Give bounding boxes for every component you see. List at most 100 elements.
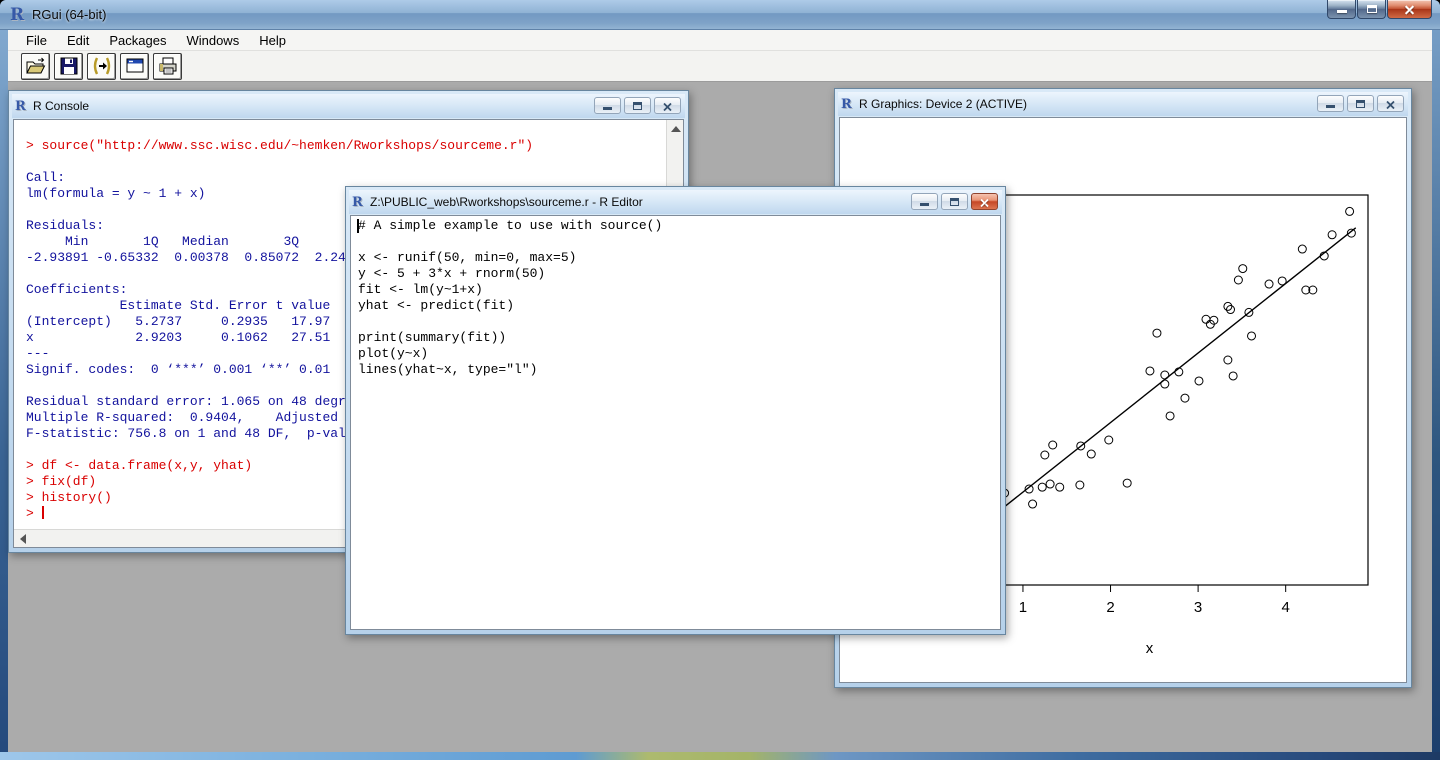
text-cursor (42, 506, 44, 519)
data-point (1202, 315, 1210, 323)
console-minimize-button[interactable] (594, 97, 621, 114)
scroll-up-icon[interactable] (671, 126, 681, 132)
data-point (1278, 277, 1286, 285)
console-title: R Console (33, 99, 89, 113)
data-point (1346, 207, 1354, 215)
x-tick-label: 1 (1019, 599, 1027, 616)
window-title: RGui (64-bit) (32, 7, 106, 22)
data-point (1248, 332, 1256, 340)
rgui-window: R RGui (64-bit) FileEditPackagesWindowsH… (0, 0, 1440, 760)
data-point (1105, 436, 1113, 444)
mdi-desktop: R R Console > source("http://www.ssc.wis… (8, 82, 1432, 752)
toolbar (8, 51, 1432, 82)
editor-window: R Z:\PUBLIC_web\Rworkshops\sourceme.r - … (345, 186, 1006, 635)
data-point (1224, 356, 1232, 364)
data-point (1076, 481, 1084, 489)
maximize-button[interactable] (1357, 0, 1386, 19)
data-point (1038, 483, 1046, 491)
print-button[interactable] (153, 53, 182, 80)
x-tick-label: 4 (1282, 599, 1290, 616)
data-point (1328, 231, 1336, 239)
editor-line: # A simple example to use with source() (358, 218, 1000, 234)
data-point (1056, 483, 1064, 491)
new-window-button[interactable] (120, 53, 149, 80)
minimize-icon (1326, 105, 1335, 108)
menu-file[interactable]: File (16, 31, 57, 50)
data-point (1046, 480, 1054, 488)
data-point (1087, 450, 1095, 458)
save-button[interactable] (54, 53, 83, 80)
editor-text[interactable]: # A simple example to use with source() x… (351, 216, 1000, 629)
maximize-icon (950, 198, 959, 206)
data-point (1298, 245, 1306, 253)
graphics-titlebar[interactable]: R R Graphics: Device 2 (ACTIVE) (838, 92, 1408, 116)
copy-paste-button[interactable] (87, 53, 116, 80)
console-titlebar[interactable]: R R Console (12, 94, 685, 118)
graphics-maximize-button[interactable] (1347, 95, 1374, 112)
graphics-minimize-button[interactable] (1317, 95, 1344, 112)
open-script-button[interactable] (21, 53, 50, 80)
data-point (1265, 280, 1273, 288)
minimize-icon (920, 203, 929, 206)
caption-buttons (1327, 0, 1432, 19)
console-line (26, 154, 666, 170)
editor-caret (357, 219, 359, 233)
main-titlebar[interactable]: R RGui (64-bit) (0, 0, 1440, 30)
console-caption-buttons (594, 97, 681, 114)
data-point (1161, 380, 1169, 388)
x-axis-label: x (1146, 640, 1154, 657)
data-point (1166, 412, 1174, 420)
menu-packages[interactable]: Packages (99, 31, 176, 50)
data-point (1049, 441, 1057, 449)
editor-content[interactable]: # A simple example to use with source() x… (350, 215, 1001, 630)
maximize-icon (1367, 5, 1377, 13)
close-icon (980, 198, 990, 208)
graphics-close-button[interactable] (1377, 95, 1404, 112)
data-point (1239, 265, 1247, 273)
editor-line (358, 314, 1000, 330)
menu-help[interactable]: Help (249, 31, 296, 50)
close-icon (1386, 100, 1396, 110)
close-button[interactable] (1387, 0, 1432, 19)
menu-windows[interactable]: Windows (176, 31, 249, 50)
console-maximize-button[interactable] (624, 97, 651, 114)
editor-title: Z:\PUBLIC_web\Rworkshops\sourceme.r - R … (370, 195, 643, 209)
close-icon (663, 102, 673, 112)
data-point (1123, 479, 1131, 487)
data-point (1041, 451, 1049, 459)
save-icon (58, 56, 80, 76)
data-point (1146, 367, 1154, 375)
data-point (1229, 372, 1237, 380)
data-point (1195, 377, 1203, 385)
console-line: Call: (26, 170, 666, 186)
editor-caption-buttons (911, 193, 998, 210)
graphics-title: R Graphics: Device 2 (ACTIVE) (859, 97, 1027, 111)
console-line: > source("http://www.ssc.wisc.edu/~hemke… (26, 138, 666, 154)
editor-line: lines(yhat~x, type="l") (358, 362, 1000, 378)
editor-titlebar[interactable]: R Z:\PUBLIC_web\Rworkshops\sourceme.r - … (349, 190, 1002, 214)
editor-line: x <- runif(50, min=0, max=5) (358, 250, 1000, 266)
scroll-left-icon[interactable] (20, 534, 26, 544)
editor-maximize-button[interactable] (941, 193, 968, 210)
data-point (1161, 371, 1169, 379)
x-tick-label: 3 (1194, 599, 1202, 616)
graphics-caption-buttons (1317, 95, 1404, 112)
open-folder-icon (25, 56, 47, 76)
data-point (1153, 329, 1161, 337)
minimize-icon (603, 107, 612, 110)
window-icon (124, 56, 146, 76)
r-logo-icon: R (10, 5, 32, 25)
console-close-button[interactable] (654, 97, 681, 114)
r-logo-icon: R (352, 195, 370, 210)
close-icon (1404, 4, 1415, 15)
window-bottom-border (0, 752, 1440, 760)
editor-minimize-button[interactable] (911, 193, 938, 210)
maximize-icon (633, 102, 642, 110)
copy-paste-icon (91, 56, 113, 76)
minimize-button[interactable] (1327, 0, 1356, 19)
editor-line: yhat <- predict(fit) (358, 298, 1000, 314)
editor-line: fit <- lm(y~1+x) (358, 282, 1000, 298)
data-point (1181, 394, 1189, 402)
menu-edit[interactable]: Edit (57, 31, 99, 50)
editor-close-button[interactable] (971, 193, 998, 210)
